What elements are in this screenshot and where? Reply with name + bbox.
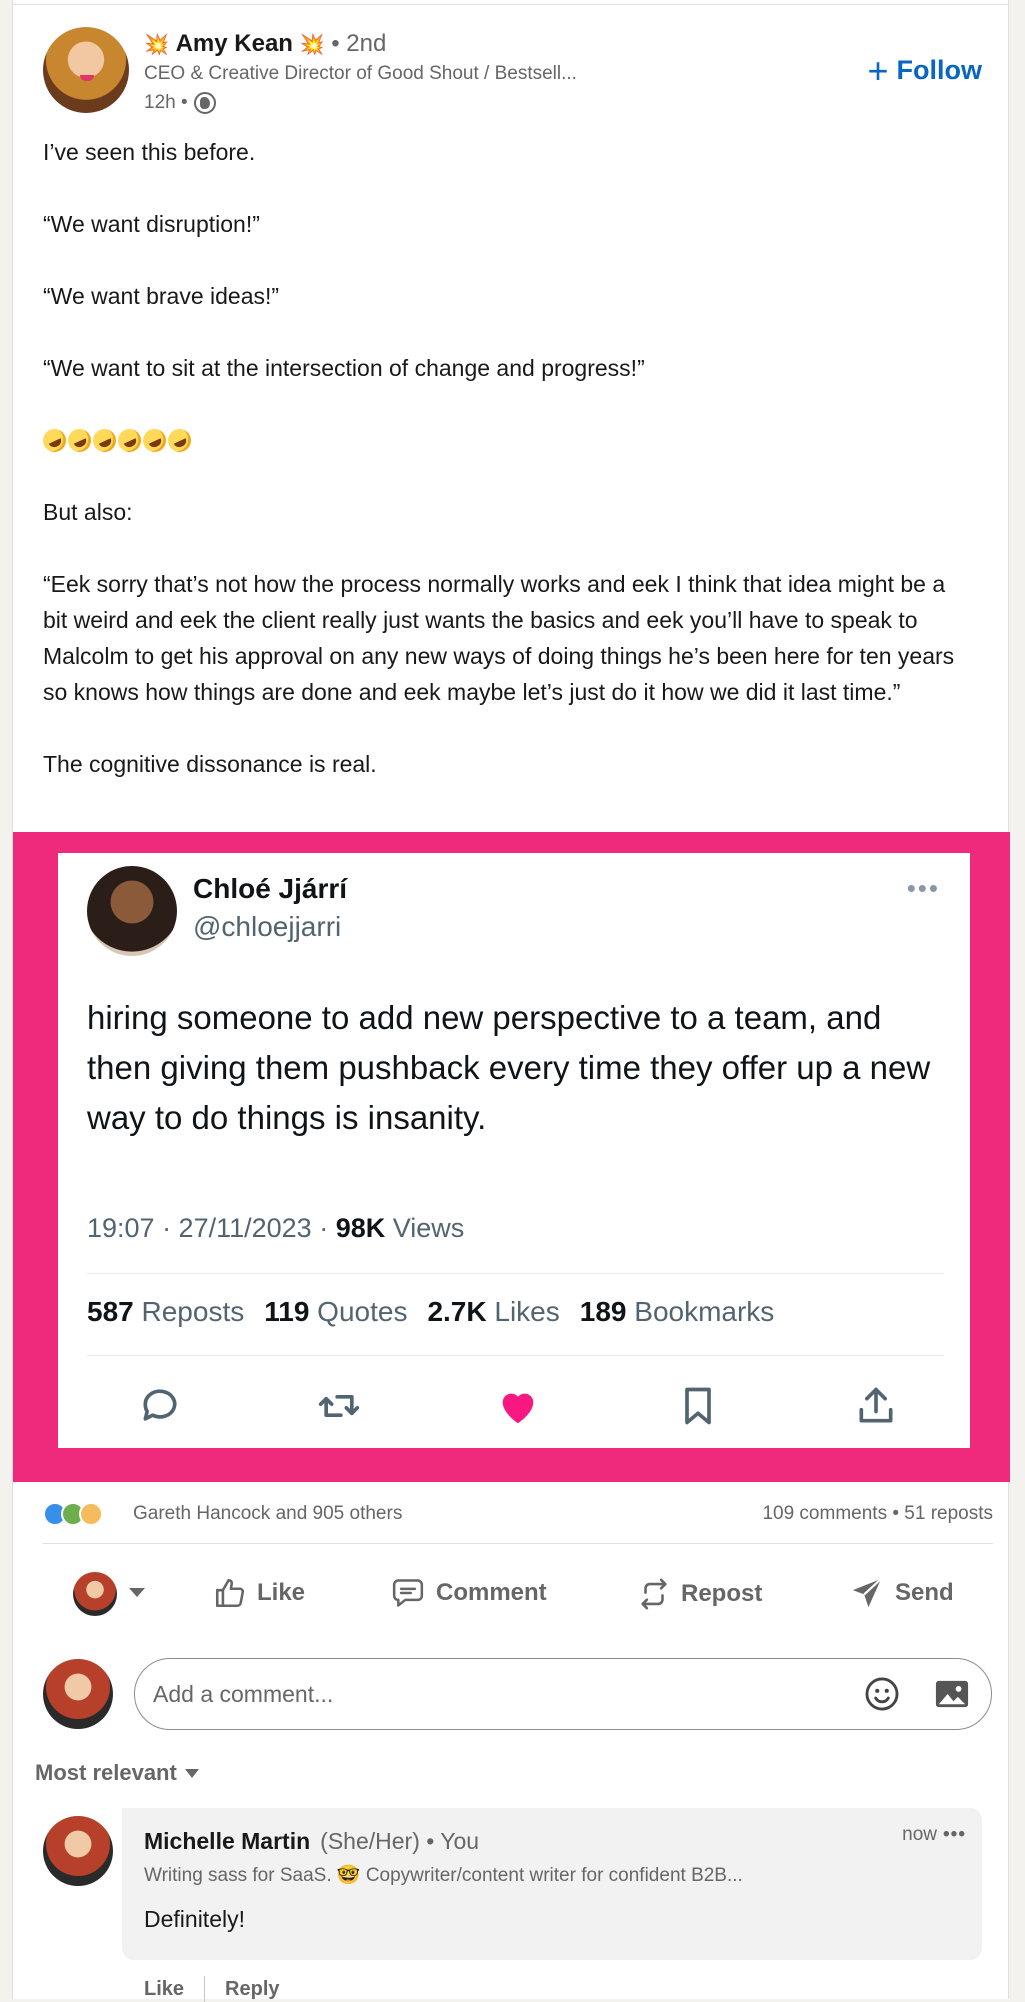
current-user-avatar xyxy=(43,1659,113,1729)
tweet-meta: 19:07 · 27/11/2023 · 98K Views xyxy=(87,1213,464,1244)
comment-icon xyxy=(392,1579,424,1607)
comment-bubble: Michelle Martin (She/Her) • You now ••• Wr… xyxy=(122,1808,982,1960)
comment-text: Definitely! xyxy=(144,1906,245,1932)
comment-reply-button[interactable]: Reply xyxy=(225,1978,279,2001)
tweet-stats: 587 Reposts 119 Quotes 2.7K Likes 189 Bo… xyxy=(87,1296,774,1328)
tweet-timestamp: 19:07 · 27/11/2023 · xyxy=(87,1213,329,1243)
more-icon: ••• xyxy=(906,873,940,903)
plus-icon: + xyxy=(867,49,889,91)
author-avatar[interactable] xyxy=(43,27,129,113)
sort-dropdown[interactable]: Most relevant xyxy=(35,1760,199,1786)
comment-label: Comment xyxy=(436,1579,547,1606)
post-paragraph: “We want brave ideas!” xyxy=(43,283,280,309)
rofl-emoji-icon xyxy=(114,424,145,456)
divider xyxy=(87,1273,944,1274)
share-icon xyxy=(859,1387,893,1423)
post-card: 💥 Amy Kean 💥 • 2nd CEO & Creative Direct… xyxy=(12,0,1010,2002)
reactions-text[interactable]: Gareth Hancock and 905 others xyxy=(133,1503,402,1525)
comment-like-button[interactable]: Like xyxy=(144,1978,184,2001)
divider xyxy=(204,1976,206,2002)
comment-input[interactable]: Add a comment... xyxy=(134,1658,992,1730)
sort-label: Most relevant xyxy=(35,1760,177,1785)
actor-avatar[interactable] xyxy=(73,1572,117,1616)
post-paragraph: “We want disruption!” xyxy=(43,211,260,237)
author-name[interactable]: Amy Kean xyxy=(176,30,293,57)
rofl-emoji-icon xyxy=(89,424,120,456)
commenter-name-row: Michelle Martin (She/Her) • You xyxy=(144,1828,479,1855)
author-headline: CEO & Creative Director of Good Shout / … xyxy=(144,63,577,84)
post-body: I’ve seen this before. “We want disrupti… xyxy=(39,134,973,818)
commenter-relation: • You xyxy=(426,1828,480,1854)
tweet-author-name: Chloé Jjárrí xyxy=(193,873,348,904)
retweet-icon xyxy=(318,1395,359,1417)
repost-icon xyxy=(641,1578,667,1610)
comment-actions: Like Reply xyxy=(144,1976,280,2002)
image-icon[interactable] xyxy=(933,1677,971,1711)
emoji-icon[interactable] xyxy=(863,1675,901,1713)
caret-down-icon xyxy=(184,1768,199,1778)
thumbs-up-icon xyxy=(215,1578,245,1608)
tweet-likes: 2.7K Likes xyxy=(427,1296,560,1327)
reply-icon xyxy=(143,1389,177,1421)
comments-reposts-count[interactable]: 109 comments • 51 reposts xyxy=(762,1503,993,1525)
tweet-bookmarks: 189 Bookmarks xyxy=(579,1296,775,1327)
rofl-emoji-icon xyxy=(164,424,195,456)
send-label: Send xyxy=(895,1579,954,1606)
commenter-avatar[interactable] xyxy=(43,1816,113,1886)
repost-label: Repost xyxy=(681,1580,763,1607)
post-image[interactable]: Chloé Jjárrí @chloejjarri ••• hiring som… xyxy=(13,832,1010,1482)
send-icon xyxy=(852,1578,882,1608)
bookmark-icon xyxy=(684,1387,711,1425)
connection-degree: • 2nd xyxy=(331,30,387,57)
post-paragraph: “We want to sit at the intersection of c… xyxy=(43,355,645,381)
post-paragraph: I’ve seen this before. xyxy=(43,139,256,165)
spark-icon: 💥 xyxy=(299,34,325,56)
commenter-name[interactable]: Michelle Martin xyxy=(144,1828,310,1854)
heart-icon xyxy=(502,1393,534,1424)
commenter-pronouns: (She/Her) xyxy=(320,1828,420,1854)
author-name-row: 💥 Amy Kean 💥 • 2nd xyxy=(144,29,386,60)
like-label: Like xyxy=(257,1579,306,1606)
tweet-handle: @chloejjarri xyxy=(193,911,342,942)
post-paragraph: The cognitive dissonance is real. xyxy=(43,751,377,777)
reaction-icons[interactable] xyxy=(43,1502,103,1526)
tweet-avatar xyxy=(87,866,177,956)
chevron-down-icon[interactable] xyxy=(129,1588,145,1597)
divider xyxy=(13,4,1008,5)
comment-placeholder: Add a comment... xyxy=(153,1681,334,1707)
post-time: 12h • xyxy=(144,92,216,114)
divider xyxy=(87,1355,944,1356)
like-button[interactable]: Like xyxy=(213,1576,305,1610)
comment-meta: now ••• xyxy=(902,1824,966,1846)
rofl-emoji-icon xyxy=(39,424,70,456)
tweet-views-label: Views xyxy=(392,1213,465,1243)
post-time-text: 12h • xyxy=(144,92,188,113)
tweet-text: hiring someone to add new perspective to… xyxy=(87,999,931,1136)
rofl-emoji-icon xyxy=(139,424,170,456)
tweet-views-count: 98K xyxy=(335,1213,386,1243)
comment-composer: Add a comment... xyxy=(43,1655,993,1733)
rofl-emoji-icon xyxy=(64,424,95,456)
tweet-screenshot: Chloé Jjárrí @chloejjarri ••• hiring som… xyxy=(58,853,970,1448)
tweet-reposts: 587 Reposts xyxy=(87,1296,245,1327)
comment-button[interactable]: Comment xyxy=(390,1576,547,1610)
send-button[interactable]: Send xyxy=(849,1576,954,1610)
repost-button[interactable]: Repost xyxy=(637,1576,762,1612)
tweet-quotes: 119 Quotes xyxy=(264,1296,408,1327)
post-paragraph: “Eek sorry that’s not how the process no… xyxy=(43,571,961,705)
spark-icon: 💥 xyxy=(144,34,169,56)
commenter-headline: Writing sass for SaaS. 🤓 Copywriter/cont… xyxy=(144,1865,743,1886)
rofl-emoji-row xyxy=(39,422,973,458)
tweet-actions xyxy=(138,1381,898,1431)
follow-button[interactable]: + Follow xyxy=(867,49,982,91)
social-counts: Gareth Hancock and 905 others 109 commen… xyxy=(43,1500,993,1530)
post-action-bar: Like Comment Repost Send xyxy=(43,1568,993,1620)
globe-icon xyxy=(193,92,216,114)
insightful-reaction-icon xyxy=(79,1502,103,1526)
comment-more-icon[interactable]: ••• xyxy=(943,1824,966,1845)
comment-time: now xyxy=(902,1824,938,1845)
divider xyxy=(43,1543,993,1544)
post-paragraph: But also: xyxy=(43,499,133,525)
follow-label: Follow xyxy=(896,55,982,85)
